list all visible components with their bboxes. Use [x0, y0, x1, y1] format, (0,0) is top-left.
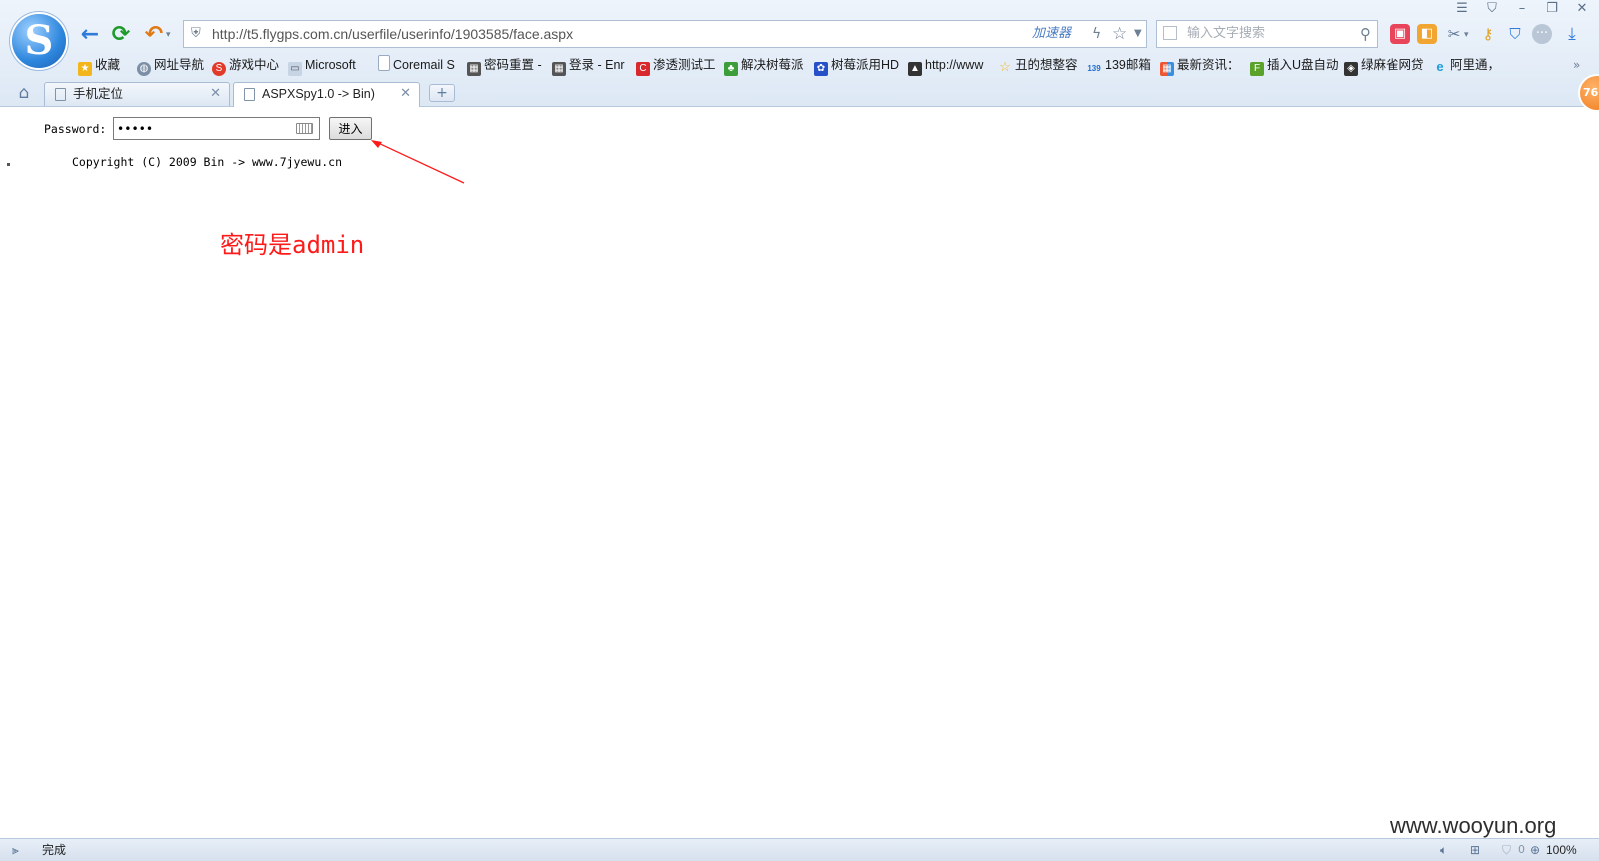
- bookmark-item[interactable]: ◈ 绿麻雀网贷: [1344, 55, 1424, 76]
- status-text: 完成: [42, 843, 67, 857]
- bookmark-item[interactable]: Coremail S: [378, 55, 455, 75]
- search-engine-icon[interactable]: [1163, 26, 1177, 40]
- undo-dropdown-icon[interactable]: ▾: [166, 30, 171, 40]
- bookmark-item[interactable]: F 插入U盘自动: [1250, 55, 1339, 76]
- address-url[interactable]: http://t5.flygps.com.cn/userfile/userinf…: [212, 21, 573, 47]
- speaker-icon[interactable]: 🔈︎: [1440, 839, 1447, 861]
- address-bar[interactable]: ⛨ http://t5.flygps.com.cn/userfile/useri…: [183, 20, 1147, 48]
- minimize-icon[interactable]: –: [1510, 0, 1534, 18]
- zoom-level[interactable]: 100%: [1546, 839, 1577, 861]
- grid-icon: ▦: [1160, 62, 1174, 76]
- new-tab-button[interactable]: +: [429, 84, 455, 102]
- globe-icon: ◍: [137, 62, 151, 76]
- password-input[interactable]: [113, 117, 320, 140]
- close-window-icon[interactable]: ✕: [1570, 0, 1594, 18]
- adblock-icon[interactable]: ⛉: [1502, 839, 1511, 861]
- toolbox-icon[interactable]: ⊞: [1470, 839, 1480, 861]
- more-options-icon[interactable]: ···: [1532, 24, 1552, 44]
- scissors-dropdown-icon[interactable]: ▾: [1464, 30, 1469, 40]
- bookmark-item[interactable]: e 阿里通，: [1433, 55, 1500, 75]
- search-box[interactable]: 输入文字搜索 ⚲: [1156, 20, 1378, 48]
- undo-icon[interactable]: ↶: [141, 22, 167, 48]
- image-icon: ▦: [467, 62, 481, 76]
- tab-aspxspy[interactable]: ASPXSpy1.0 -> Bin) ✕: [233, 82, 420, 107]
- refresh-icon[interactable]: ⟳: [108, 22, 134, 48]
- bookmark-item[interactable]: ▦ 最新资讯：: [1160, 55, 1240, 76]
- bookmark-item[interactable]: ▭ Microsoft: [288, 55, 356, 76]
- back-arrow-icon[interactable]: ←: [77, 22, 103, 48]
- bookmark-item[interactable]: S 游戏中心: [212, 55, 279, 76]
- restore-icon[interactable]: ❐: [1540, 0, 1564, 18]
- browser-chrome: S ☰ ⛉ – ❐ ✕ ← ⟳ ↶ ▾ ⛨ http://t5.flygps.c…: [0, 0, 1599, 107]
- annotation-text: 密码是admin: [220, 231, 365, 259]
- paw-icon: ✿: [814, 62, 828, 76]
- bookmark-item[interactable]: ▲ http://www: [908, 55, 983, 76]
- image-icon: ▲: [908, 62, 922, 76]
- close-tab-icon[interactable]: ✕: [210, 83, 221, 105]
- skin-icon[interactable]: ⛉: [1480, 0, 1504, 18]
- password-label: Password:: [44, 122, 107, 136]
- page-icon: [378, 55, 390, 71]
- sidebar-toggle-icon[interactable]: ⫸: [12, 839, 19, 861]
- sogou-logo-icon[interactable]: S: [12, 14, 66, 68]
- address-dropdown-icon[interactable]: ▼: [1134, 21, 1142, 47]
- bookmark-item[interactable]: ▦ 登录 - Enr: [552, 55, 625, 76]
- image-icon: ◈: [1344, 62, 1358, 76]
- status-bar: ⫸ 完成 🔈︎ ⊞ ⛉ 0 ⊕ 100%: [0, 838, 1599, 861]
- watermark: www.wooyun.org: [1390, 813, 1557, 838]
- zoom-icon[interactable]: ⊕: [1530, 839, 1540, 861]
- star-icon: ☆: [999, 59, 1011, 74]
- copyright-text: Copyright (C) 2009 Bin -> www.7jyewu.cn: [72, 155, 343, 169]
- bookmark-item[interactable]: ♣ 解决树莓派: [724, 55, 804, 76]
- home-icon[interactable]: ⌂: [14, 83, 34, 103]
- bookmark-item[interactable]: ★ 收藏: [78, 55, 120, 76]
- bookmark-item[interactable]: C 渗透测试工: [636, 55, 716, 76]
- bookmarks-overflow-icon[interactable]: »: [1573, 55, 1580, 75]
- lightning-icon[interactable]: ϟ: [1092, 21, 1101, 47]
- download-icon[interactable]: ⤓: [1562, 24, 1582, 44]
- scissors-icon[interactable]: ✂: [1444, 24, 1464, 44]
- bookmark-item[interactable]: ▦ 密码重置 -: [467, 55, 542, 76]
- f-logo-icon: F: [1250, 62, 1264, 76]
- 139-icon: 139: [1087, 64, 1101, 73]
- accelerator-link[interactable]: 加速器: [1032, 21, 1071, 47]
- blocked-count: 0: [1518, 843, 1525, 856]
- plant-icon: ♣: [724, 62, 738, 76]
- annotation-arrow: [371, 140, 465, 184]
- bookmark-item[interactable]: ◍ 网址导航: [137, 55, 204, 76]
- shield-check-icon[interactable]: ⛉: [1505, 24, 1525, 44]
- favorite-star-icon[interactable]: ☆: [1112, 21, 1127, 47]
- virtual-keyboard-icon[interactable]: [296, 123, 313, 134]
- page-icon: [55, 88, 66, 101]
- search-icon[interactable]: ⚲: [1360, 21, 1371, 47]
- key-icon[interactable]: ⚷: [1478, 24, 1498, 44]
- page-icon: [244, 88, 255, 101]
- security-shield-icon: ⛨: [191, 26, 201, 41]
- close-tab-icon[interactable]: ✕: [400, 83, 411, 105]
- menu-icon[interactable]: ☰: [1450, 0, 1474, 18]
- page-marker: [7, 163, 10, 166]
- enter-button[interactable]: 进入: [329, 117, 372, 140]
- e-logo-icon: e: [1436, 59, 1444, 74]
- screenshot-tool-icon[interactable]: ▣: [1390, 24, 1410, 44]
- bookmark-item[interactable]: ☆ 丑的想整容: [998, 55, 1077, 75]
- restore-tab-icon[interactable]: ◧: [1417, 24, 1437, 44]
- tab-phone-locate[interactable]: 手机定位 ✕: [44, 82, 230, 106]
- game-icon: S: [212, 62, 226, 76]
- tab-bar: ⌂ 手机定位 ✕ ASPXSpy1.0 -> Bin) ✕ +: [0, 80, 1599, 107]
- image-icon: ▦: [552, 62, 566, 76]
- folder-icon: ▭: [288, 62, 302, 76]
- c-logo-icon: C: [636, 62, 650, 76]
- bookmark-item[interactable]: ✿ 树莓派用HD: [814, 55, 899, 76]
- search-placeholder[interactable]: 输入文字搜索: [1187, 21, 1265, 47]
- star-icon: ★: [78, 62, 92, 76]
- bookmark-item[interactable]: 139 139邮箱: [1086, 55, 1151, 75]
